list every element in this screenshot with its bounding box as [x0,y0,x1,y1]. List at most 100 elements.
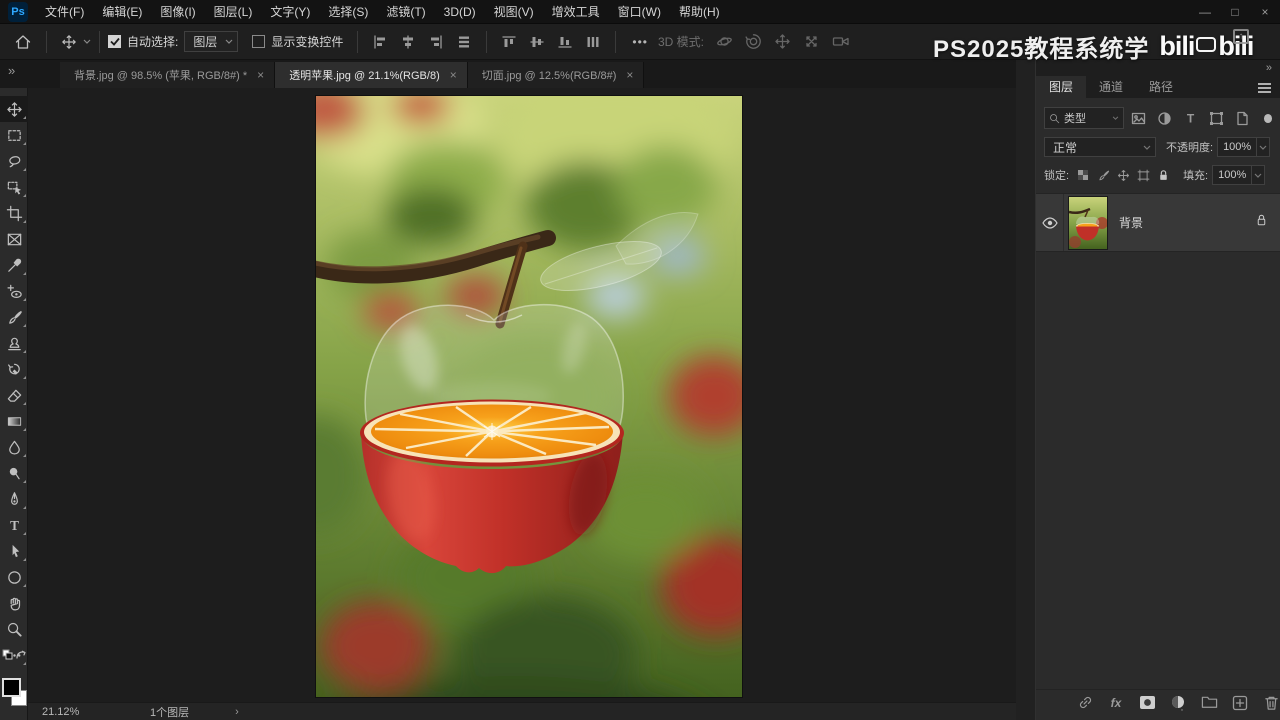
menu-item-layer[interactable]: 图层(L) [205,0,262,24]
default-colors-icon[interactable] [2,649,13,660]
path-selection-tool[interactable] [0,538,28,564]
filter-shape-layers-icon[interactable] [1206,108,1228,128]
filter-type-layers-icon[interactable]: T [1180,108,1202,128]
move-tool[interactable] [0,96,28,122]
align-right-icon[interactable] [422,34,450,50]
menu-item-view[interactable]: 视图(V) [485,0,543,24]
pen-tool[interactable] [0,486,28,512]
menu-item-filter[interactable]: 滤镜(T) [377,0,434,24]
lock-image-pixels-icon[interactable] [1093,166,1113,184]
status-expand-icon[interactable]: › [235,706,239,718]
spot-healing-brush-tool[interactable] [0,278,28,304]
menu-item-window[interactable]: 窗口(W) [609,0,670,24]
menu-item-help[interactable]: 帮助(H) [670,0,729,24]
maximize-button[interactable]: □ [1220,0,1250,24]
blur-tool[interactable] [0,434,28,460]
close-icon[interactable]: × [257,68,264,82]
foreground-color[interactable] [2,678,21,697]
align-center-vertical-icon[interactable] [523,34,551,50]
distribute-vertical-icon[interactable] [579,34,607,50]
menu-item-file[interactable]: 文件(F) [36,0,93,24]
canvas-area[interactable] [28,76,1016,720]
filter-adjustment-layers-icon[interactable] [1154,108,1176,128]
canvas-document[interactable] [266,76,771,720]
3d-orbit-icon[interactable] [710,33,739,50]
tab-transparent-apple-jpg[interactable]: 透明苹果.jpg @ 21.1%(RGB/8) × [275,62,468,88]
layer-name[interactable]: 背景 [1119,214,1143,231]
type-tool[interactable]: T [0,512,28,538]
lock-transparent-pixels-icon[interactable] [1073,166,1093,184]
menu-item-type[interactable]: 文字(Y) [261,0,319,24]
close-icon[interactable]: × [450,68,457,82]
eraser-tool[interactable] [0,382,28,408]
tab-paths[interactable]: 路径 [1136,76,1186,98]
filter-pixel-layers-icon[interactable] [1128,108,1150,128]
add-layer-mask-icon[interactable] [1138,694,1156,712]
auto-select-target-dropdown[interactable]: 图层 [184,31,239,52]
collapse-panels-icon[interactable]: » [1266,62,1272,74]
3d-roll-icon[interactable] [739,33,768,50]
align-center-horizontal-icon[interactable] [394,34,422,50]
layer-style-fx-icon[interactable]: fx [1107,694,1125,712]
3d-slide-icon[interactable] [797,33,826,50]
filter-type-dropdown[interactable]: 类型 [1044,107,1124,129]
brush-tool[interactable] [0,304,28,330]
adjustment-layer-icon[interactable] [1169,694,1187,712]
align-bottom-icon[interactable] [551,34,579,50]
tab-background-jpg[interactable]: 背景.jpg @ 98.5% (苹果, RGB/8#) * × [60,62,276,88]
eyedropper-tool[interactable] [0,252,28,278]
align-top-icon[interactable] [495,34,523,50]
dodge-tool[interactable] [0,460,28,486]
lock-position-icon[interactable] [1113,166,1133,184]
show-transform-checkbox[interactable] [252,35,266,48]
history-brush-tool[interactable] [0,356,28,382]
panel-menu-icon[interactable] [1258,83,1271,95]
tab-channels[interactable]: 通道 [1086,76,1136,98]
menu-item-select[interactable]: 选择(S) [319,0,377,24]
object-selection-tool[interactable] [0,174,28,200]
layer-row-background[interactable]: 背景 [1036,194,1280,252]
frame-tool[interactable] [0,226,28,252]
delete-layer-icon[interactable] [1262,694,1280,712]
opacity-field[interactable]: 100% [1217,137,1271,157]
move-tool-icon[interactable] [55,34,83,50]
minimize-button[interactable]: — [1190,0,1220,24]
align-left-icon[interactable] [366,34,394,50]
menu-item-edit[interactable]: 编辑(E) [93,0,151,24]
close-icon[interactable]: × [626,68,633,82]
clone-stamp-tool[interactable] [0,330,28,356]
chevron-down-icon[interactable] [1256,138,1269,156]
rectangular-marquee-tool[interactable] [0,122,28,148]
lasso-tool[interactable] [0,148,28,174]
crop-tool[interactable] [0,200,28,226]
tab-slice-jpg[interactable]: 切面.jpg @ 12.5%(RGB/8#) × [467,62,645,88]
3d-pan-icon[interactable] [768,33,797,50]
blend-mode-dropdown[interactable]: 正常 [1044,137,1156,157]
lock-artboard-icon[interactable] [1133,166,1153,184]
link-layers-icon[interactable] [1076,694,1094,712]
gradient-tool[interactable] [0,408,28,434]
chevron-down-icon[interactable] [83,39,91,44]
auto-select-checkbox[interactable] [108,35,121,48]
more-options-icon[interactable]: ••• [624,35,656,49]
tab-overflow-icon[interactable]: » [8,63,15,78]
hand-tool[interactable] [0,590,28,616]
filter-toggle-icon[interactable] [1263,113,1273,123]
zoom-level-field[interactable]: 21.12% [42,706,116,718]
distribute-horizontal-icon[interactable] [450,34,478,50]
zoom-tool[interactable] [0,616,28,642]
home-icon[interactable] [8,33,38,51]
chevron-down-icon[interactable] [1251,166,1264,184]
3d-camera-icon[interactable] [826,33,856,50]
tab-layers[interactable]: 图层 [1036,76,1087,98]
layer-thumbnail[interactable] [1068,195,1108,250]
lock-all-icon[interactable] [1153,166,1173,184]
visibility-toggle[interactable] [1036,194,1064,251]
layer-locked-icon[interactable] [1255,213,1268,232]
new-group-icon[interactable] [1200,694,1218,712]
menu-item-image[interactable]: 图像(I) [151,0,204,24]
shape-tool[interactable] [0,564,28,590]
filter-smart-objects-icon[interactable] [1232,108,1254,128]
menu-item-plugins[interactable]: 增效工具 [543,0,609,24]
menu-item-3d[interactable]: 3D(D) [435,0,485,24]
